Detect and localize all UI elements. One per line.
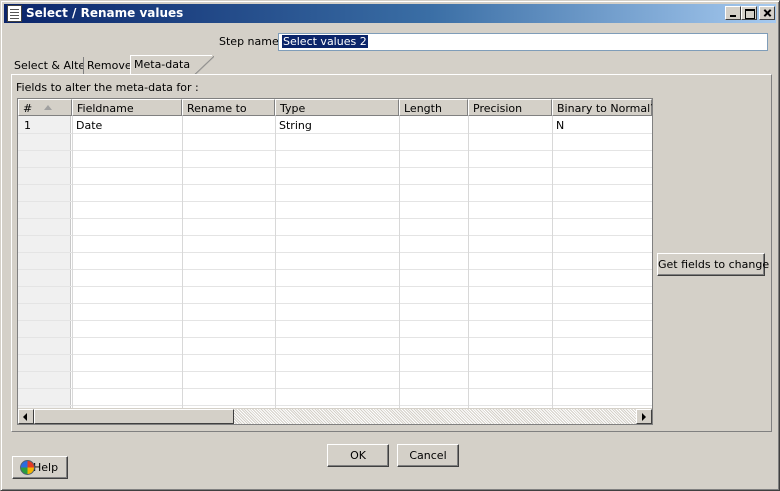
grid-column-line: [182, 116, 183, 408]
ok-button[interactable]: OK: [327, 444, 389, 467]
column-header-number[interactable]: #: [18, 99, 72, 116]
column-header-rename-to[interactable]: Rename to: [182, 99, 275, 116]
fields-label: Fields to alter the meta-data for :: [16, 81, 199, 94]
help-icon: [20, 460, 35, 475]
grid-row-line: [18, 320, 652, 321]
tab-meta-data[interactable]: Meta-data: [130, 55, 215, 75]
grid-row-line: [18, 269, 652, 270]
title-bar[interactable]: Select / Rename values: [4, 4, 776, 23]
grid-column-line: [468, 116, 469, 408]
column-header-fieldname[interactable]: Fieldname: [72, 99, 182, 116]
maximize-icon[interactable]: [741, 6, 757, 20]
grid-column-line: [72, 116, 73, 408]
dialog-window: Select / Rename values Step name Select …: [0, 0, 780, 491]
grid-column-line: [652, 116, 653, 408]
scroll-right-icon[interactable]: [636, 409, 652, 424]
meta-data-table[interactable]: # Fieldname Rename to Type Length Precis…: [17, 98, 653, 425]
horizontal-scrollbar[interactable]: [18, 408, 652, 424]
grid-row-line: [18, 218, 652, 219]
cell-number: 1: [24, 119, 31, 132]
table-header: # Fieldname Rename to Type Length Precis…: [18, 99, 652, 116]
column-header-binary-to-normal[interactable]: Binary to Normal?: [552, 99, 652, 116]
tab-select-alter[interactable]: Select & Alter: [11, 57, 93, 74]
column-header-length[interactable]: Length: [399, 99, 468, 116]
get-fields-button[interactable]: Get fields to change: [657, 253, 769, 276]
grid-row-line: [18, 252, 652, 253]
window-title: Select / Rename values: [26, 6, 184, 20]
grid-row-line: [18, 303, 652, 304]
column-header-type[interactable]: Type: [275, 99, 399, 116]
step-name-value: Select values 2: [282, 35, 368, 48]
grid-column-line: [552, 116, 553, 408]
grid-row-line: [18, 133, 652, 134]
grid-row-line: [18, 354, 652, 355]
grid-row-line: [18, 150, 652, 151]
grid-row-line: [18, 235, 652, 236]
close-icon[interactable]: [759, 6, 775, 20]
minimize-icon[interactable]: [725, 6, 741, 20]
grid-row-line: [18, 286, 652, 287]
cell-binary-to-normal[interactable]: N: [556, 119, 564, 132]
grid-column-line: [275, 116, 276, 408]
scroll-left-icon[interactable]: [18, 409, 34, 424]
help-button[interactable]: Help: [12, 456, 68, 479]
grid-row-line: [18, 337, 652, 338]
grid-row-line: [18, 184, 652, 185]
column-header-precision[interactable]: Precision: [468, 99, 552, 116]
cancel-button[interactable]: Cancel: [397, 444, 459, 467]
step-name-input[interactable]: Select values 2: [278, 33, 768, 51]
step-name-label: Step name: [219, 35, 279, 48]
grid-column-line: [399, 116, 400, 408]
sort-ascending-icon: [44, 105, 52, 110]
grid-row-line: [18, 167, 652, 168]
tab-remove[interactable]: Remove: [83, 57, 135, 74]
grid-row-line: [18, 388, 652, 389]
grid-row-line: [18, 405, 652, 406]
table-body: 1 Date String N: [18, 116, 652, 408]
app-icon: [7, 5, 22, 22]
cell-type[interactable]: String: [279, 119, 312, 132]
grid-row-line: [18, 371, 652, 372]
row-number-column: [18, 116, 71, 408]
help-label: Help: [33, 461, 59, 474]
cell-fieldname[interactable]: Date: [76, 119, 102, 132]
scroll-thumb[interactable]: [34, 409, 234, 424]
grid-row-line: [18, 201, 652, 202]
